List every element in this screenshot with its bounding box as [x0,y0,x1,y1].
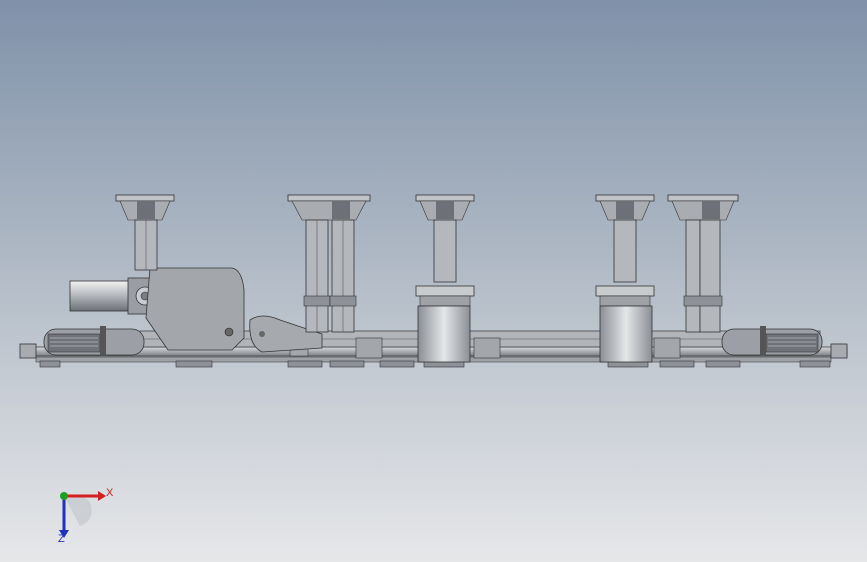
y-axis-dot [60,492,68,500]
actuator-unit-2[interactable] [287,194,371,333]
conveyor-assembly-model[interactable] [0,0,867,562]
actuator-unit-4[interactable] [595,194,655,363]
axis-triad: X Z [58,487,114,545]
right-pulley[interactable] [721,326,823,356]
actuator-unit-5[interactable] [667,194,739,333]
left-end-cap [19,343,37,359]
z-axis-label: Z [58,533,65,545]
actuator-unit-1[interactable] [115,194,175,271]
x-axis-label: X [106,487,114,499]
left-pulley[interactable] [43,326,145,356]
x-axis-arrowhead [98,491,106,501]
actuator-unit-3[interactable] [415,194,475,363]
cad-viewport[interactable]: X Z [0,0,867,562]
right-end-cap [830,343,848,359]
